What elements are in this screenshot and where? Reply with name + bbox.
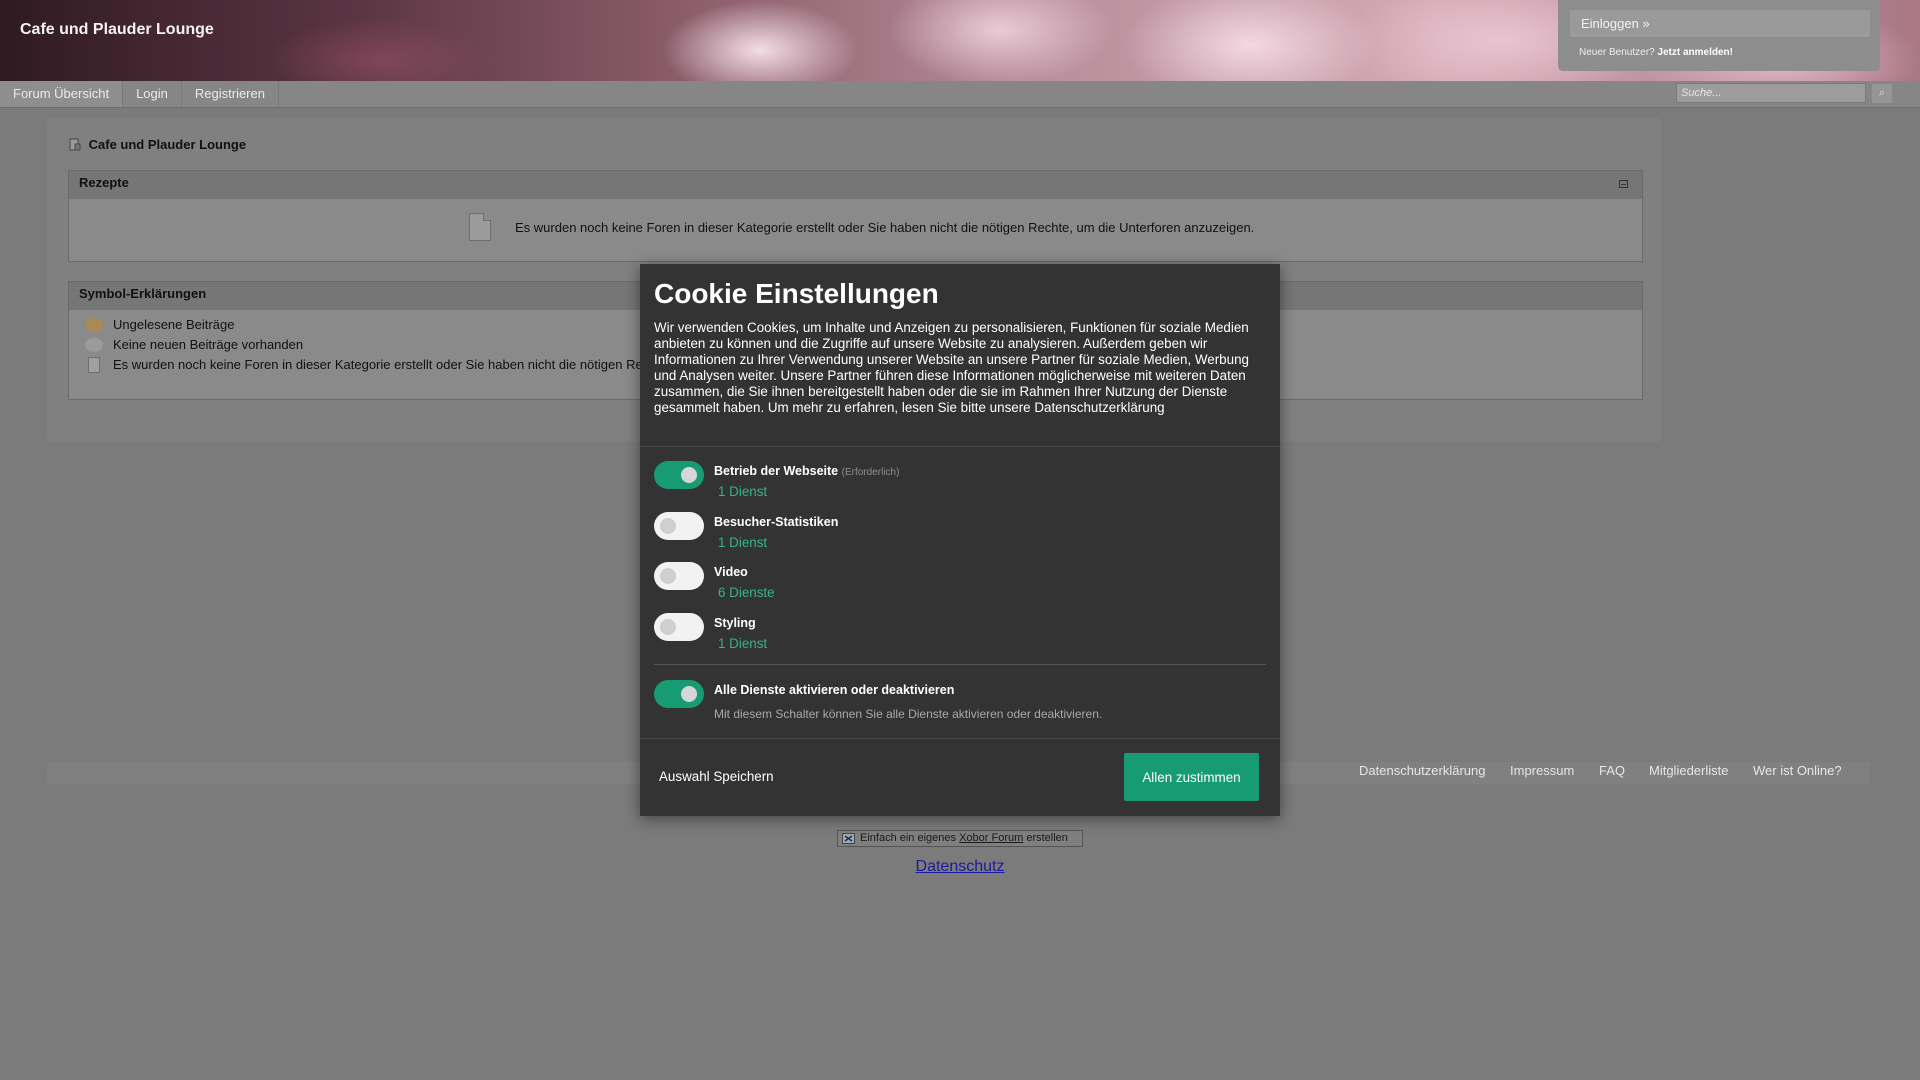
styling-toggle[interactable] [654, 613, 704, 641]
toggle-knob [660, 568, 676, 584]
toggle-knob [660, 619, 676, 635]
video-toggle[interactable] [654, 562, 704, 590]
service-visitor-statistics: Besucher-Statistiken 1 Dienst [654, 512, 1254, 556]
service-website-operation: Betrieb der Webseite (Erforderlich) 1 Di… [654, 461, 1254, 505]
legend-label: Keine neuen Beiträge vorhanden [113, 337, 304, 352]
footer-link-faq[interactable]: FAQ [1599, 763, 1625, 778]
footer-link-member-list[interactable]: Mitgliederliste [1649, 763, 1728, 778]
required-note: (Erforderlich) [841, 467, 900, 478]
cookie-settings-dialog: Cookie Einstellungen Wir verwenden Cooki… [640, 264, 1280, 816]
xobor-logo-icon [842, 833, 855, 844]
footer-link-who-is-online[interactable]: Wer ist Online? [1753, 763, 1842, 778]
accept-all-button[interactable]: Allen zustimmen [1124, 753, 1259, 801]
search-input[interactable] [1676, 83, 1866, 103]
service-count-link[interactable]: 1 Dienst [718, 484, 767, 499]
login-link[interactable]: Einloggen » [1570, 10, 1870, 37]
toggle-knob [681, 467, 697, 483]
footer-link-privacy-policy[interactable]: Datenschutzerklärung [1359, 763, 1485, 778]
website-operation-toggle[interactable] [654, 461, 704, 489]
category-title[interactable]: Rezepte [79, 175, 129, 190]
cookie-intro-text: Wir verwenden Cookies, um Inhalte und An… [654, 320, 1249, 415]
divider [640, 446, 1280, 447]
no-new-posts-icon [85, 338, 103, 352]
legend-title: Symbol-Erklärungen [79, 286, 207, 301]
all-services-label: Alle Dienste aktivieren oder deaktiviere… [714, 683, 955, 697]
toggle-knob [660, 518, 676, 534]
powered-by-badge[interactable]: Einfach ein eigenes Xobor Forum erstelle… [837, 830, 1083, 847]
site-header: Cafe und Plauder Lounge Einloggen » Neue… [0, 0, 1920, 81]
site-title[interactable]: Cafe und Plauder Lounge [20, 21, 214, 39]
service-count-link[interactable]: 1 Dienst [718, 535, 767, 550]
new-user-text: Neuer Benutzer? Jetzt anmelden! [1579, 47, 1733, 58]
unread-posts-icon [85, 318, 103, 332]
breadcrumb: Cafe und Plauder Lounge [69, 137, 246, 152]
service-name: Video [714, 565, 748, 579]
footer-link-imprint[interactable]: Impressum [1510, 763, 1574, 778]
divider [640, 738, 1280, 739]
all-services-toggle[interactable] [654, 680, 704, 708]
privacy-link[interactable]: Datenschutz [0, 858, 1920, 876]
new-user-prefix: Neuer Benutzer? [1579, 47, 1655, 58]
xobor-forum-link[interactable]: Xobor Forum [959, 832, 1023, 844]
service-name: Styling [714, 616, 756, 630]
no-forums-icon [88, 357, 100, 373]
nav-bar: Forum Übersicht Login Registrieren ⌕ [0, 81, 1920, 108]
service-styling: Styling 1 Dienst [654, 613, 1254, 657]
service-video: Video 6 Dienste [654, 562, 1254, 606]
toggle-knob [681, 686, 697, 702]
powered-pre-text: Einfach ein eigenes [860, 832, 957, 844]
service-count-link[interactable]: 1 Dienst [718, 636, 767, 651]
service-count-link[interactable]: 6 Dienste [718, 585, 775, 600]
nav-item-forum-overview[interactable]: Forum Übersicht [0, 81, 124, 107]
no-forums-icon [469, 213, 491, 241]
register-now-link[interactable]: Jetzt anmelden! [1657, 47, 1733, 58]
collapse-icon[interactable] [1619, 180, 1628, 188]
powered-post-text: erstellen [1026, 832, 1068, 844]
category-block: Rezepte Es wurden noch keine Foren in di… [68, 170, 1643, 262]
service-label: Betrieb der Webseite (Erforderlich) [714, 464, 899, 478]
login-box: Einloggen » Neuer Benutzer? Jetzt anmeld… [1558, 0, 1880, 71]
all-services-row: Alle Dienste aktivieren oder deaktiviere… [654, 680, 1254, 728]
service-name: Betrieb der Webseite [714, 464, 839, 478]
divider [654, 664, 1266, 665]
legend-label: Ungelesene Beiträge [113, 317, 235, 332]
cookie-dialog-title: Cookie Einstellungen [654, 278, 939, 309]
save-selection-button[interactable]: Auswahl Speichern [659, 769, 774, 784]
empty-category-row: Es wurden noch keine Foren in dieser Kat… [69, 199, 1642, 259]
nav-item-login[interactable]: Login [123, 81, 182, 107]
all-services-description: Mit diesem Schalter können Sie alle Dien… [714, 707, 1103, 721]
breadcrumb-link[interactable]: Cafe und Plauder Lounge [89, 137, 246, 152]
visitor-statistics-toggle[interactable] [654, 512, 704, 540]
nav-item-register[interactable]: Registrieren [182, 81, 279, 107]
category-header: Rezepte [69, 171, 1642, 199]
search-icon[interactable]: ⌕ [1872, 84, 1892, 103]
empty-category-message: Es wurden noch keine Foren in dieser Kat… [515, 220, 1255, 235]
service-name: Besucher-Statistiken [714, 515, 839, 529]
forum-home-icon [69, 138, 81, 151]
